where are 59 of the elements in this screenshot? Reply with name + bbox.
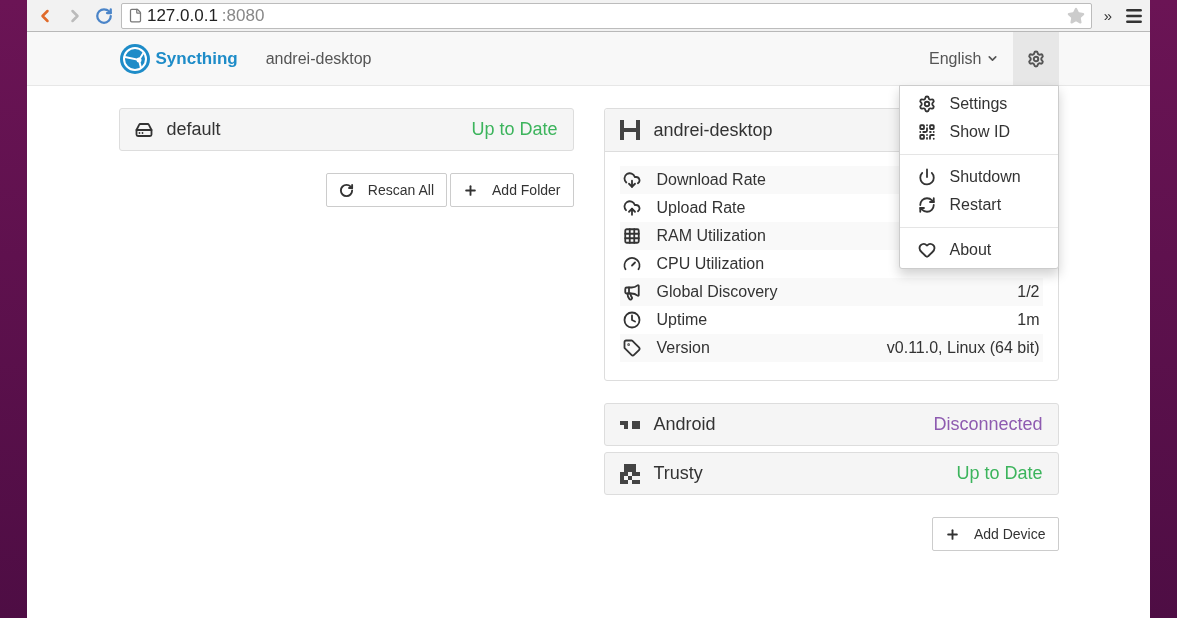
settings-icon (917, 95, 936, 113)
menu-item[interactable]: Shutdown (899, 163, 1058, 191)
device-identicon (619, 420, 640, 429)
url-port: :8080 (221, 5, 265, 26)
folder-name: default (166, 119, 221, 140)
stat-label: RAM Utilization (656, 227, 766, 245)
syncthing-logo-icon (118, 42, 151, 75)
stat-label: Uptime (656, 311, 708, 329)
megaphone-icon (622, 283, 641, 301)
address-bar[interactable]: 127.0.0.1 :8080 (120, 2, 1092, 29)
gauge-icon (622, 255, 641, 273)
folder-action-button[interactable]: Add Folder (450, 173, 574, 207)
plus-icon (463, 182, 478, 198)
url-host: 127.0.0.1 (146, 5, 218, 26)
stat-label: CPU Utilization (656, 255, 765, 273)
drive-icon (134, 120, 153, 139)
refresh-icon (917, 196, 936, 214)
plus-icon (944, 526, 960, 542)
cloud-download-icon (622, 171, 641, 189)
this-device-name: andrei-desktop (653, 119, 773, 141)
overflow-button[interactable]: » (1097, 7, 1119, 24)
bookmark-star-icon[interactable] (1066, 6, 1085, 25)
settings-button[interactable] (1012, 32, 1059, 85)
reload-icon (94, 6, 113, 25)
stat-value: 1/2 (1017, 283, 1040, 301)
brand-name[interactable]: Syncthing (155, 48, 238, 69)
device-name: andrei-desktop (265, 49, 372, 68)
device-identicon (619, 463, 640, 484)
tag-icon (622, 339, 641, 357)
settings-icon (1026, 49, 1045, 68)
stat-label: Download Rate (656, 171, 766, 189)
stat-label: Version (656, 339, 710, 357)
device-header[interactable]: Android Disconnected (603, 403, 1059, 446)
folder-header[interactable]: default Up to Date (118, 108, 574, 151)
device-header[interactable]: Trusty Up to Date (603, 452, 1059, 495)
stat-label: Global Discovery (656, 283, 778, 301)
folder-status: Up to Date (471, 119, 558, 140)
stat-value: 1m (1017, 311, 1040, 329)
heart-icon (917, 241, 936, 259)
add-device-button[interactable]: Add Device (931, 517, 1059, 551)
qr-code-icon (917, 123, 936, 141)
stat-value: v0.11.0, Linux (64 bit) (886, 339, 1040, 357)
cloud-upload-icon (622, 199, 641, 217)
device-name: Trusty (653, 463, 703, 484)
device-identicon (619, 120, 640, 140)
stat-label: Upload Rate (656, 199, 746, 217)
menu-item[interactable]: Restart (899, 191, 1058, 219)
rotate-icon (338, 182, 354, 198)
folder-action-button[interactable]: Rescan All (325, 173, 447, 207)
power-icon (917, 168, 936, 186)
device-status: Up to Date (956, 463, 1043, 484)
menu-item[interactable]: About (899, 236, 1058, 264)
grid-icon (622, 227, 641, 245)
device-status: Disconnected (933, 414, 1043, 435)
clock-icon (622, 311, 641, 329)
language-dropdown[interactable]: English (915, 49, 1013, 68)
device-name: Android (653, 414, 716, 435)
page-icon (127, 8, 143, 23)
menu-item[interactable]: Show ID (899, 118, 1058, 146)
